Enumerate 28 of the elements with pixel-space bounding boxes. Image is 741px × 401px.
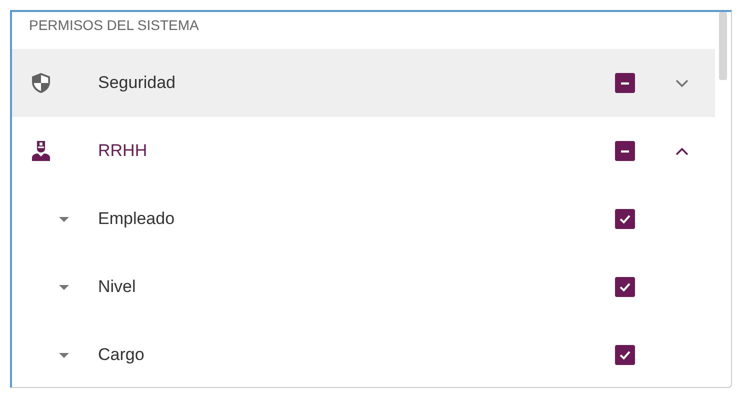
check-icon <box>618 212 632 226</box>
permission-label: Nivel <box>98 277 137 297</box>
checkbox[interactable] <box>615 141 635 161</box>
permission-label: Empleado <box>98 209 176 229</box>
dash-icon <box>621 150 629 152</box>
check-icon <box>618 348 632 362</box>
checkbox[interactable] <box>615 277 635 297</box>
chevron-icon[interactable] <box>675 146 689 156</box>
group-label: Seguridad <box>98 73 177 93</box>
permission-row[interactable]: Empleado <box>12 185 715 253</box>
shield-icon <box>32 73 50 93</box>
group-row[interactable]: Seguridad <box>12 49 715 117</box>
group-label: RRHH <box>98 141 148 161</box>
caret-icon <box>59 216 69 222</box>
checkbox[interactable] <box>615 209 635 229</box>
caret-icon <box>59 352 69 358</box>
permission-label: Cargo <box>98 345 146 365</box>
scrollbar-thumb[interactable] <box>719 12 727 80</box>
permission-row[interactable]: Nivel <box>12 253 715 321</box>
caret-icon <box>59 284 69 290</box>
group-row[interactable]: RRHH <box>12 117 715 185</box>
checkbox[interactable] <box>615 345 635 365</box>
check-icon <box>618 280 632 294</box>
person-icon <box>32 141 50 161</box>
permission-row[interactable]: Cargo <box>12 321 715 387</box>
dash-icon <box>621 82 629 84</box>
checkbox[interactable] <box>615 73 635 93</box>
section-title: PERMISOS DEL SISTEMA <box>28 16 200 35</box>
